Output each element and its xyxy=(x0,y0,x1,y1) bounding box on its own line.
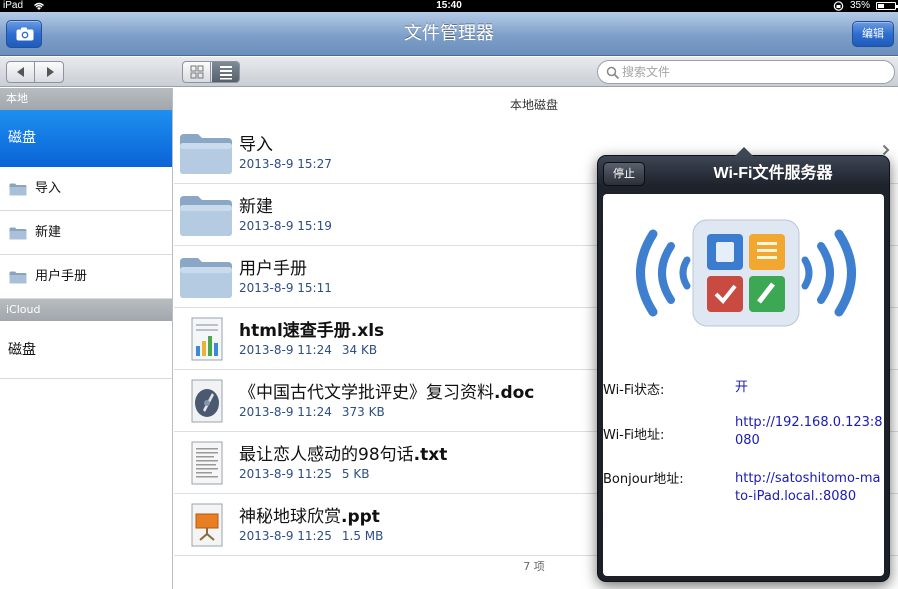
nav-bar: 文件管理器 编辑 xyxy=(0,12,898,56)
file-name-base: 最让恋人感动的98句话 xyxy=(239,445,414,465)
folder-icon xyxy=(180,196,232,236)
file-name-base: 《中国古代文学批评史》复习资料 xyxy=(239,383,494,403)
file-meta: 2013-8-9 15:27 xyxy=(239,157,332,171)
battery-fill xyxy=(878,4,884,8)
page-title: 文件管理器 xyxy=(404,23,494,44)
wifi-status-label: Wi-Fi状态: xyxy=(603,383,665,398)
document-file-icon xyxy=(191,379,223,423)
list-icon xyxy=(220,66,232,80)
wifi-status-value: 开 xyxy=(735,380,749,395)
camera-button[interactable] xyxy=(6,20,42,48)
section-header-icloud: iCloud xyxy=(0,299,172,321)
file-meta: 2013-8-9 15:11 xyxy=(239,281,332,295)
battery-percent: 35% xyxy=(850,0,871,11)
folder-icon xyxy=(9,227,27,240)
sidebar-item-icloud-disk[interactable]: 磁盘 xyxy=(0,321,172,379)
section-header-local: 本地 xyxy=(0,88,172,110)
search-box[interactable] xyxy=(597,60,895,84)
grid-view-button[interactable] xyxy=(183,62,211,82)
bonjour-address-link[interactable]: http://satoshitomo-mato-iPad.local.:8080 xyxy=(735,470,883,506)
presentation-file-icon xyxy=(191,503,223,547)
wifi-server-logo-icon xyxy=(636,219,856,327)
sidebar: 本地 磁盘 导入 新建 用户手册 iCloud 磁盘 xyxy=(0,88,173,589)
folder-icon xyxy=(9,271,27,284)
file-meta: 2013-8-9 11:25 1.5 MB xyxy=(239,529,383,543)
file-date: 2013-8-9 11:25 xyxy=(239,467,332,481)
history-nav xyxy=(6,61,64,83)
battery-icon xyxy=(876,2,898,10)
file-ext: .txt xyxy=(413,445,448,465)
back-arrow-icon xyxy=(17,67,24,77)
camera-icon xyxy=(16,27,34,41)
file-name: html速查手册.xls xyxy=(239,316,384,341)
file-name: 新建 xyxy=(239,197,273,217)
popover-arrow xyxy=(735,147,753,156)
file-meta: 2013-8-9 11:24 34 KB xyxy=(239,343,377,357)
file-date: 2013-8-9 15:19 xyxy=(239,219,332,233)
file-date: 2013-8-9 11:25 xyxy=(239,529,332,543)
status-bar: iPad 15:40 35% xyxy=(0,0,898,12)
popover-title: Wi-Fi文件服务器 xyxy=(713,165,833,182)
text-file-icon xyxy=(191,441,223,485)
file-ext: .ppt xyxy=(341,507,380,527)
sidebar-item-import[interactable]: 导入 xyxy=(0,167,172,211)
file-name: 用户手册 xyxy=(239,259,307,279)
file-size: 34 KB xyxy=(341,343,378,357)
sidebar-item-label: 用户手册 xyxy=(35,269,88,284)
folder-icon xyxy=(180,258,232,298)
sidebar-item-label: 导入 xyxy=(35,181,62,196)
file-size: 5 KB xyxy=(341,467,370,481)
edit-button[interactable]: 编辑 xyxy=(852,21,894,47)
file-ext: .xls xyxy=(350,321,385,341)
chevron-right-icon xyxy=(882,144,890,156)
sidebar-item-disk[interactable]: 磁盘 xyxy=(0,110,172,167)
file-name-base: html速查手册 xyxy=(239,321,351,341)
file-name: 导入 xyxy=(239,135,273,155)
file-name: 神秘地球欣赏.ppt xyxy=(239,502,380,527)
wifi-address-link[interactable]: http://192.168.0.123:8080 xyxy=(735,414,883,450)
bonjour-address-label: Bonjour地址: xyxy=(603,472,684,487)
file-name: 最让恋人感动的98句话.txt xyxy=(239,440,447,465)
file-meta: 2013-8-9 15:19 xyxy=(239,219,332,233)
folder-icon xyxy=(180,134,232,174)
file-date: 2013-8-9 11:24 xyxy=(239,343,332,357)
forward-button[interactable] xyxy=(36,62,63,82)
list-view-button[interactable] xyxy=(212,62,239,82)
file-date: 2013-8-9 15:27 xyxy=(239,157,332,171)
list-title: 本地磁盘 xyxy=(509,98,558,112)
wifi-address-label: Wi-Fi地址: xyxy=(603,428,665,443)
clock: 15:40 xyxy=(436,0,462,11)
file-meta: 2013-8-9 11:25 5 KB xyxy=(239,467,369,481)
file-size: 373 KB xyxy=(341,405,385,419)
file-date: 2013-8-9 15:11 xyxy=(239,281,332,295)
folder-icon xyxy=(9,183,27,196)
stop-button[interactable]: 停止 xyxy=(603,162,645,186)
sidebar-item-new[interactable]: 新建 xyxy=(0,211,172,255)
file-name: 《中国古代文学批评史》复习资料.doc xyxy=(239,378,534,403)
file-meta: 2013-8-9 11:24 373 KB xyxy=(239,405,385,419)
toolbar xyxy=(0,57,898,87)
grid-icon xyxy=(190,65,204,79)
search-input[interactable] xyxy=(622,64,882,80)
file-size: 1.5 MB xyxy=(341,529,384,543)
file-name-base: 神秘地球欣赏 xyxy=(239,507,341,527)
wifi-server-popover: 停止 Wi-Fi文件服务器 Wi-Fi状态: 开 Wi-Fi地址: http:/… xyxy=(597,147,890,582)
forward-arrow-icon xyxy=(47,67,54,77)
file-date: 2013-8-9 11:24 xyxy=(239,405,332,419)
file-ext: .doc xyxy=(494,383,535,403)
sidebar-item-label: 新建 xyxy=(35,225,62,240)
view-mode-toggle xyxy=(182,61,240,83)
sidebar-item-user-manual[interactable]: 用户手册 xyxy=(0,255,172,299)
rotation-lock-icon xyxy=(833,1,844,11)
spreadsheet-file-icon xyxy=(191,317,223,361)
search-icon xyxy=(606,66,620,80)
back-button[interactable] xyxy=(7,62,35,82)
popover-content: Wi-Fi状态: 开 Wi-Fi地址: http://192.168.0.123… xyxy=(603,194,884,576)
